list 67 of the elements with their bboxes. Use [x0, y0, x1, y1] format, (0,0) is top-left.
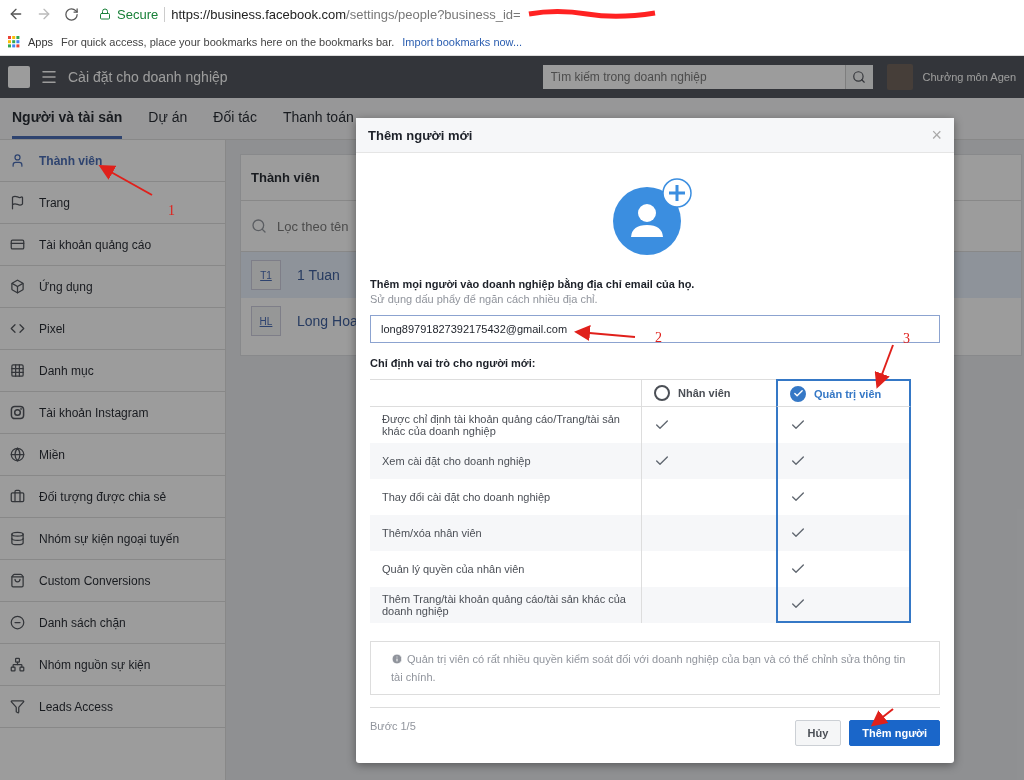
role-label: Chỉ định vai trò cho người mới: — [370, 357, 537, 369]
annotation-number: 2 — [655, 330, 662, 346]
search-icon — [251, 218, 267, 234]
sidebar-item[interactable]: Nhóm sự kiện ngoại tuyến — [0, 518, 225, 560]
permission-label: Xem cài đặt cho doanh nghiệp — [370, 443, 641, 479]
bookmarks-hint: For quick access, place your bookmarks here on the bookmarks bar. — [61, 35, 395, 48]
sidebar-item[interactable]: Ứng dụng — [0, 266, 225, 308]
member-initials: HL — [251, 306, 281, 336]
cube-icon — [10, 279, 25, 294]
sidebar-item[interactable]: Đối tượng được chia sẻ — [0, 476, 225, 518]
annotation-arrow — [98, 165, 153, 196]
dialog-title: Thêm người mới — [368, 127, 473, 143]
sidebar-item[interactable]: Pixel — [0, 308, 225, 350]
info-box: Quản trị viên có rất nhiều quyền kiểm soát đối với doanh nghiệp của bạn và có thể chỉnh sửa thông tin tài chính. — [370, 641, 940, 695]
sidebar-item[interactable]: Danh mục — [0, 350, 225, 392]
code-icon — [10, 321, 25, 336]
annotation-number: 1 — [168, 203, 175, 219]
tab[interactable]: Dự án — [148, 98, 188, 139]
permission-label: Thêm/xóa nhân viên — [370, 515, 641, 551]
search-button[interactable] — [844, 65, 873, 89]
import-bookmarks-link[interactable]: Import bookmarks now... — [402, 35, 523, 48]
address-url[interactable]: https://business.facebook.com/settings/people?business_id= — [171, 6, 521, 22]
intro-text: Thêm mọi người vào doanh nghiệp bằng địa chỉ email của họ. — [370, 278, 696, 290]
lock-icon — [99, 8, 111, 20]
sidebar-item[interactable]: Custom Conversions — [0, 560, 225, 602]
flag-icon — [10, 195, 25, 210]
card-icon — [10, 237, 25, 252]
step-indicator: Bước 1/5 — [370, 720, 417, 732]
camera-icon — [10, 405, 25, 420]
menu-icon[interactable] — [40, 68, 58, 86]
secure-label: Secure — [117, 6, 166, 22]
back-icon[interactable] — [8, 6, 24, 22]
filter-icon — [10, 699, 25, 714]
briefcase-icon — [10, 489, 25, 504]
member-initials: T1 — [251, 260, 281, 290]
sidebar-item[interactable]: Leads Access — [0, 686, 225, 728]
annotation-arrow — [874, 344, 894, 389]
tab[interactable]: Thanh toán — [282, 98, 354, 139]
annotation-arrow — [870, 708, 894, 727]
database-icon — [10, 531, 25, 546]
sidebar-item[interactable]: Thành viên — [0, 140, 225, 182]
search-icon — [852, 70, 867, 84]
globe-icon — [10, 447, 25, 462]
apps-link[interactable]: Apps — [28, 35, 54, 48]
account-name[interactable]: Chưởng môn Agen — [922, 71, 1016, 83]
sidebar-item[interactable]: Tài khoản Instagram — [0, 392, 225, 434]
cancel-button[interactable]: Hủy — [794, 720, 842, 746]
sidebar-item[interactable]: Miền — [0, 434, 225, 476]
grid-icon — [10, 363, 25, 378]
sidebar-item[interactable]: Nhóm nguồn sự kiện — [0, 644, 225, 686]
add-person-button[interactable]: Thêm người — [849, 720, 940, 746]
reload-icon[interactable] — [64, 6, 79, 22]
member-name: 1 Tuan — [297, 267, 340, 283]
network-icon — [10, 657, 25, 672]
sidebar-item[interactable]: Tài khoản quảng cáo — [0, 224, 225, 266]
apps-grid-icon[interactable] — [8, 35, 20, 48]
minus-circle-icon — [10, 615, 25, 630]
search-field[interactable]: Tìm kiếm trong doanh nghiệp — [542, 65, 845, 89]
annotation-arrow — [574, 325, 636, 341]
page-title: Cài đặt cho doanh nghiệp — [68, 69, 229, 85]
hint-text: Sử dụng dấu phẩy để ngăn cách nhiều địa chỉ. — [370, 293, 599, 305]
check-icon — [792, 388, 804, 399]
bag-icon — [10, 573, 25, 588]
tab[interactable]: Đối tác — [213, 98, 257, 139]
permission-label: Thêm Trang/tài khoản quảng cáo/tài sản khác của doanh nghiệp — [370, 587, 641, 623]
sidebar-item[interactable]: Danh sách chặn — [0, 602, 225, 644]
person-icon — [10, 153, 25, 168]
